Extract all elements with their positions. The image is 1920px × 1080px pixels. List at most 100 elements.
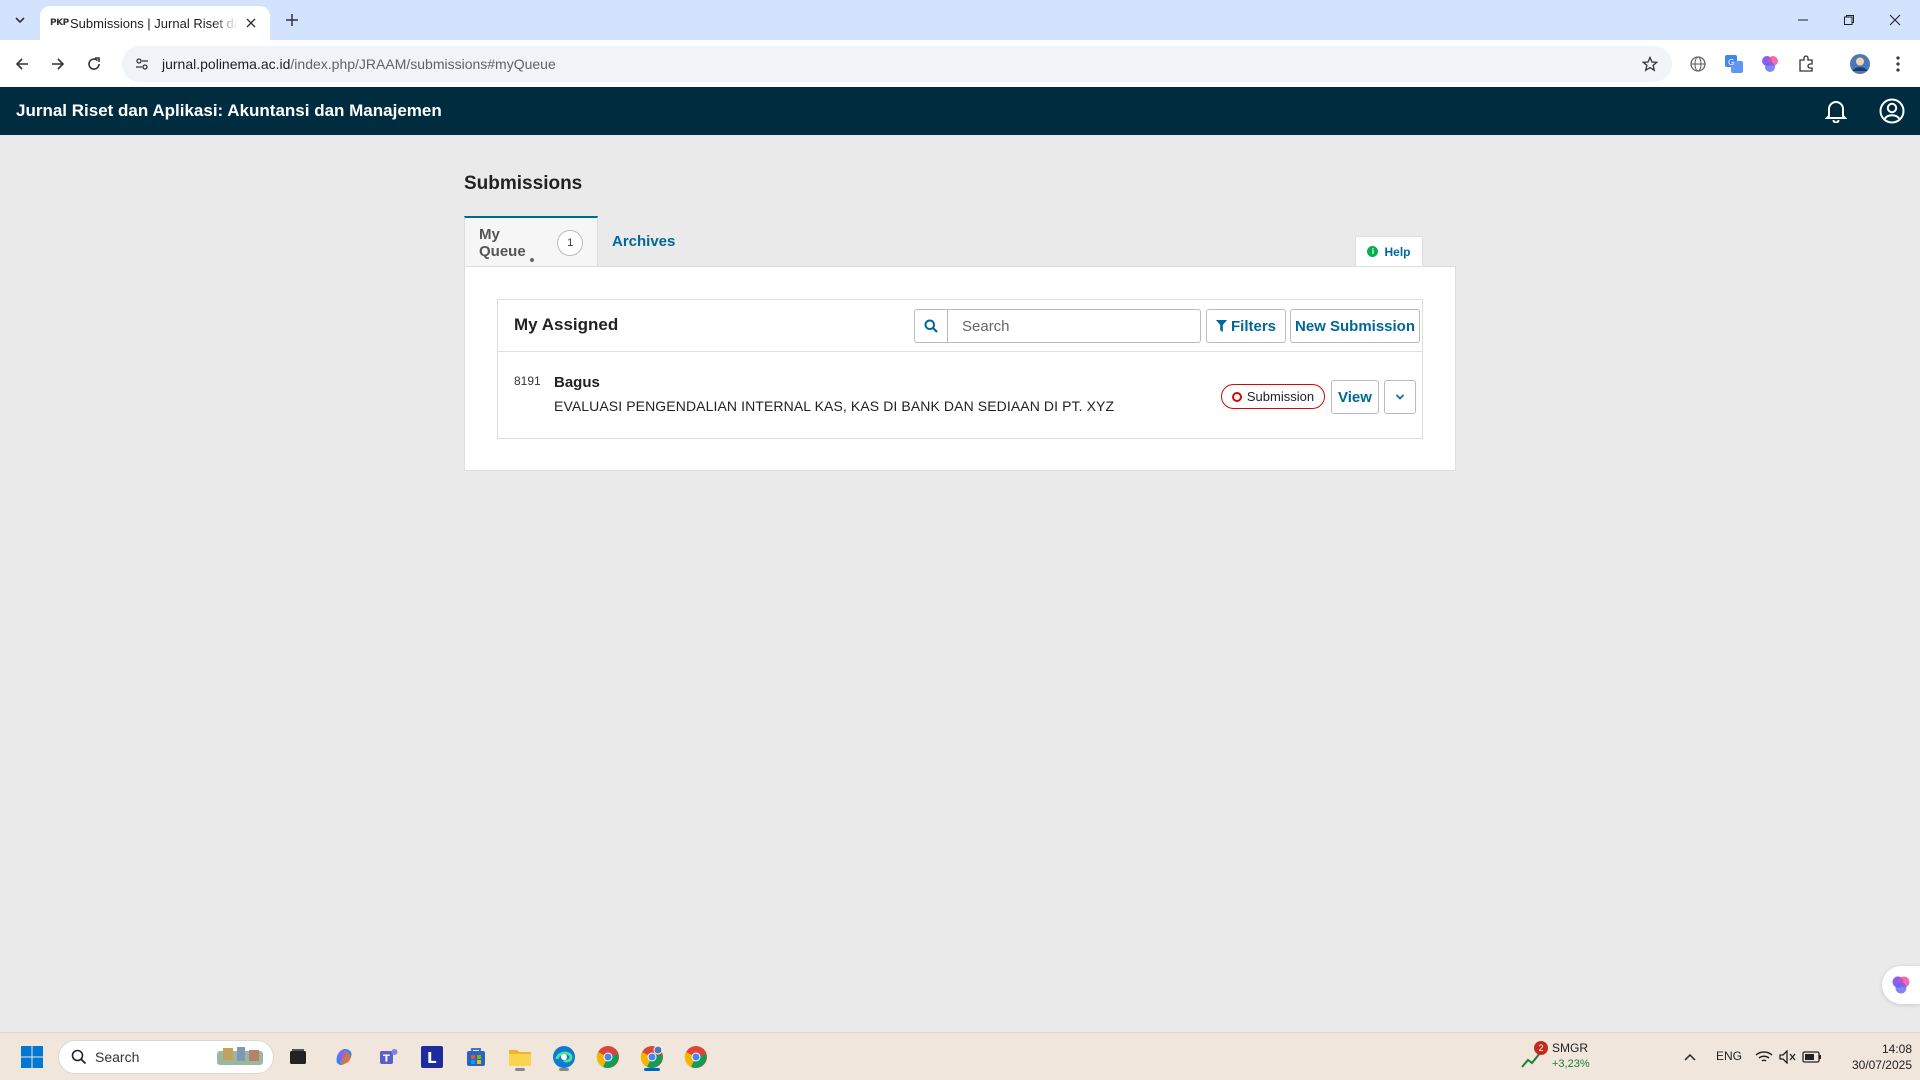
clock-time: 14:08 <box>1881 1042 1912 1056</box>
active-indicator <box>644 1068 660 1071</box>
tab-search-button[interactable] <box>8 8 32 32</box>
search-input[interactable] <box>947 309 1201 343</box>
globe-extension-icon[interactable] <box>1686 52 1710 76</box>
svg-text:T: T <box>383 1054 390 1065</box>
url-path: /index.php/JRAAM/submissions#myQueue <box>290 56 556 72</box>
browser-tabstrip: PKP Submissions | Jurnal Riset dan Aplik… <box>0 0 1920 40</box>
floating-assistant-button[interactable] <box>1882 966 1920 1004</box>
submission-author: Bagus <box>554 374 600 391</box>
system-clock[interactable]: 14:08 30/07/2025 <box>1832 1041 1912 1073</box>
edge-icon[interactable] <box>548 1041 580 1073</box>
tab-close-icon[interactable] <box>242 14 260 32</box>
listing-header: My Assigned Filters New Submission <box>498 300 1422 352</box>
language-indicator[interactable]: ENG <box>1716 1049 1742 1063</box>
stage-badge: Submission <box>1221 384 1325 409</box>
tray-overflow-chevron-up-icon[interactable] <box>1674 1041 1706 1073</box>
pkp-favicon-icon: PKP <box>50 18 69 28</box>
restore-button[interactable] <box>1826 0 1872 40</box>
start-button[interactable] <box>16 1041 48 1073</box>
info-icon: i <box>1367 246 1379 257</box>
store-icon[interactable] <box>460 1041 492 1073</box>
teams-icon[interactable]: T <box>372 1041 404 1073</box>
battery-icon[interactable] <box>1796 1041 1828 1073</box>
taskbar-search[interactable]: Search <box>58 1040 274 1074</box>
tab-title: Submissions | Jurnal Riset dan Aplikasi:… <box>70 15 238 31</box>
notification-badge: 2 <box>1534 1041 1548 1055</box>
back-button[interactable] <box>8 50 36 78</box>
tab-archives[interactable]: Archives <box>598 216 689 267</box>
close-window-button[interactable] <box>1872 0 1918 40</box>
submission-tabs: My Queue 1 Archives <box>464 216 1456 267</box>
tab-my-queue[interactable]: My Queue 1 <box>464 216 598 267</box>
reload-button[interactable] <box>80 50 108 78</box>
svg-text:L: L <box>427 1049 437 1067</box>
site-info-icon[interactable] <box>122 46 162 82</box>
chrome-icon[interactable] <box>592 1041 624 1073</box>
tab-label: My Queue <box>479 225 526 260</box>
expand-row-button[interactable] <box>1384 380 1416 414</box>
l-app-icon[interactable]: L <box>416 1041 448 1073</box>
chrome-profile-icon[interactable] <box>636 1041 668 1073</box>
windows-logo-icon <box>21 1046 43 1068</box>
clock-date: 30/07/2025 <box>1851 1058 1912 1072</box>
user-account-icon[interactable] <box>1878 97 1906 125</box>
minimize-button[interactable] <box>1780 0 1826 40</box>
address-bar[interactable]: jurnal.polinema.ac.id/index.php/JRAAM/su… <box>122 46 1672 82</box>
taskbar-search-label: Search <box>95 1049 140 1065</box>
submission-title: EVALUASI PENGENDALIAN INTERNAL KAS, KAS … <box>554 398 1115 414</box>
stock-name: SMGR <box>1552 1041 1588 1055</box>
listing-title: My Assigned <box>514 315 619 334</box>
help-label: Help <box>1384 244 1411 259</box>
stock-change: +3,23% <box>1552 1058 1590 1070</box>
profile-avatar-icon[interactable] <box>1848 52 1872 76</box>
puzzle-extensions-icon[interactable] <box>1794 52 1818 76</box>
filters-label: Filters <box>1230 317 1276 335</box>
stock-widget[interactable]: 2 SMGR +3,23% <box>1520 1039 1620 1075</box>
submission-id: 8191 <box>514 374 541 388</box>
view-button[interactable]: View <box>1331 380 1379 414</box>
table-row: 8191 Bagus EVALUASI PENGENDALIAN INTERNA… <box>498 352 1422 438</box>
svg-text:G: G <box>1728 58 1734 67</box>
browser-menu-icon[interactable] <box>1886 52 1910 76</box>
windows-taskbar: Search T L 2 SMGR +3,23% ENG 14:08 30/07… <box>0 1032 1920 1080</box>
page-title: Submissions <box>464 173 583 194</box>
bookmark-star-icon[interactable] <box>1640 54 1660 74</box>
search-icon <box>71 1049 87 1065</box>
chrome-alt-icon[interactable] <box>680 1041 712 1073</box>
reload-icon <box>88 57 100 70</box>
close-icon <box>1889 14 1901 26</box>
stage-circle-icon <box>1231 391 1242 402</box>
chevron-down-icon <box>1395 394 1405 400</box>
search-button[interactable] <box>914 309 948 343</box>
queue-count-badge: 1 <box>557 229 583 256</box>
browser-tab-active[interactable]: PKP Submissions | Jurnal Riset dan Aplik… <box>40 6 270 40</box>
copilot-icon[interactable] <box>328 1041 360 1073</box>
file-explorer-icon[interactable] <box>504 1041 536 1073</box>
filters-button[interactable]: Filters <box>1206 309 1286 343</box>
submissions-listing: My Assigned Filters New Submission 8191 … <box>497 299 1423 439</box>
tab-label: Archives <box>612 233 676 250</box>
minimize-icon <box>1798 19 1808 21</box>
new-submission-button[interactable]: New Submission <box>1290 309 1420 343</box>
running-indicator <box>559 1068 569 1071</box>
task-view-icon[interactable] <box>282 1041 314 1073</box>
journal-title[interactable]: Jurnal Riset dan Aplikasi: Akuntansi dan… <box>16 101 442 121</box>
bell-icon[interactable] <box>1822 97 1850 125</box>
plus-icon <box>286 14 298 26</box>
new-tab-button[interactable] <box>280 8 304 32</box>
ai-assistant-icon <box>1892 976 1910 994</box>
translate-extension-icon[interactable]: G <box>1722 52 1746 76</box>
app-header: Jurnal Riset dan Aplikasi: Akuntansi dan… <box>0 87 1920 135</box>
running-indicator <box>515 1068 525 1071</box>
forward-button[interactable] <box>44 50 72 78</box>
stage-label: Submission <box>1246 389 1315 404</box>
arrow-right-icon <box>52 58 65 70</box>
url-host: jurnal.polinema.ac.id <box>162 56 291 72</box>
help-button[interactable]: i Help <box>1355 236 1423 266</box>
chevron-down-icon <box>15 17 25 24</box>
search-icon <box>924 319 938 333</box>
active-indicator <box>530 258 534 262</box>
arrow-left-icon <box>15 58 28 70</box>
filter-icon <box>1215 320 1227 332</box>
ai-extension-icon[interactable] <box>1758 52 1782 76</box>
